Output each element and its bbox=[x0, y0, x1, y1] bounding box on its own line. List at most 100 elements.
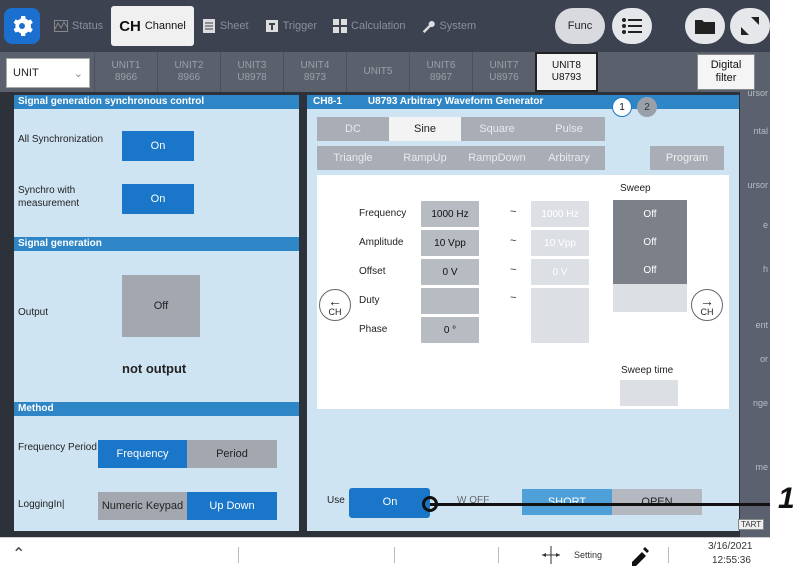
page-2-button[interactable]: 2 bbox=[637, 97, 657, 117]
phase-value-field[interactable]: 0 ° bbox=[421, 317, 479, 343]
unit-select-value: UNIT bbox=[13, 67, 39, 79]
side-label[interactable]: or bbox=[760, 354, 768, 364]
unit-model: 8973 bbox=[303, 72, 327, 83]
amplitude-end-field[interactable]: 10 Vpp bbox=[531, 230, 589, 256]
amplitude-value-field[interactable]: 10 Vpp bbox=[421, 230, 479, 256]
offset-end-field[interactable]: 0 V bbox=[531, 259, 589, 285]
side-label[interactable]: e bbox=[763, 220, 768, 230]
calculation-icon bbox=[333, 19, 348, 33]
open-button[interactable]: OPEN bbox=[612, 489, 702, 515]
chevron-up-icon[interactable]: ⌃ bbox=[12, 544, 25, 564]
divider bbox=[238, 547, 239, 563]
unit-cell-1[interactable]: UNIT1 8966 bbox=[94, 52, 157, 92]
prev-channel-button[interactable]: ← CH bbox=[319, 289, 351, 321]
unit-cell-2[interactable]: UNIT2 8966 bbox=[157, 52, 220, 92]
unit-cell-7[interactable]: UNIT7 U8976 bbox=[472, 52, 535, 92]
sync-section-header: Signal generation synchronous control bbox=[14, 95, 299, 109]
divider bbox=[668, 547, 669, 563]
tab-calculation-label: Calculation bbox=[351, 20, 406, 32]
amplitude-sweep-button[interactable]: Off bbox=[613, 228, 687, 256]
side-label[interactable]: ent bbox=[755, 320, 768, 330]
tab-status[interactable]: Status bbox=[46, 6, 111, 46]
wave-pulse-button[interactable]: Pulse bbox=[533, 117, 605, 141]
side-label[interactable]: ursor bbox=[747, 180, 768, 190]
up-down-button[interactable]: Up Down bbox=[187, 492, 277, 520]
unit-name: UNIT1 bbox=[111, 60, 141, 71]
unit-cell-3[interactable]: UNIT3 U8978 bbox=[220, 52, 283, 92]
divider bbox=[498, 547, 499, 563]
side-label[interactable]: h bbox=[763, 264, 768, 274]
sweep-value: Off bbox=[643, 236, 657, 248]
short-button[interactable]: SHORT bbox=[522, 489, 612, 515]
frequency-value-field[interactable]: 1000 Hz bbox=[421, 201, 479, 227]
wave-arbitrary-button[interactable]: Arbitrary bbox=[533, 146, 605, 170]
period-option-button[interactable]: Period bbox=[187, 440, 277, 468]
offset-value-field[interactable]: 0 V bbox=[421, 259, 479, 285]
digital-filter-button[interactable]: Digital filter bbox=[697, 54, 755, 90]
tab-trigger[interactable]: Trigger bbox=[257, 6, 325, 46]
side-label[interactable]: ursor bbox=[747, 88, 768, 98]
signal-settings-panel: Signal generation synchronous control Al… bbox=[14, 95, 299, 531]
side-label[interactable]: ntal bbox=[753, 126, 768, 136]
callout-line bbox=[430, 503, 770, 506]
expand-button[interactable] bbox=[730, 8, 770, 44]
page-1-button[interactable]: 1 bbox=[612, 97, 632, 117]
unit-bar: UNIT ⌄ UNIT1 8966 UNIT2 8966 UNIT3 U8978 UN… bbox=[0, 52, 770, 92]
divider bbox=[394, 547, 395, 563]
page-2-label: 2 bbox=[644, 101, 650, 113]
side-label[interactable]: nge bbox=[753, 398, 768, 408]
list-icon bbox=[622, 18, 642, 34]
digital-filter-line1: Digital bbox=[710, 59, 742, 72]
unit-cell-5[interactable]: UNIT5 bbox=[346, 52, 409, 92]
unit-select[interactable]: UNIT ⌄ bbox=[6, 58, 90, 88]
side-label[interactable]: me bbox=[755, 462, 768, 472]
unit-cell-8[interactable]: UNIT8 U8793 bbox=[535, 52, 598, 92]
frequency-option-button[interactable]: Frequency bbox=[98, 440, 187, 468]
wave-rampup-button[interactable]: RampUp bbox=[389, 146, 461, 170]
wave-square-button[interactable]: Square bbox=[461, 117, 533, 141]
wave-triangle-button[interactable]: Triangle bbox=[317, 146, 389, 170]
dialog-channel: CH8-1 bbox=[313, 96, 342, 107]
output-off-button[interactable]: Off bbox=[122, 275, 200, 337]
callout-dot bbox=[422, 496, 438, 512]
list-menu-button[interactable] bbox=[612, 8, 652, 44]
synchro-measurement-on-button[interactable]: On bbox=[122, 184, 194, 214]
func-button[interactable]: Func bbox=[555, 8, 605, 44]
wave-rampdown-button[interactable]: RampDown bbox=[461, 146, 533, 170]
prev-channel-label: CH bbox=[328, 306, 342, 317]
program-button[interactable]: Program bbox=[650, 146, 724, 170]
frequency-sweep-button[interactable]: Off bbox=[613, 200, 687, 228]
sweep-header: Sweep bbox=[620, 183, 651, 194]
tab-calculation[interactable]: Calculation bbox=[325, 6, 413, 46]
wave-dc-button[interactable]: DC bbox=[317, 117, 389, 141]
unit-cell-6[interactable]: UNIT6 8967 bbox=[409, 52, 472, 92]
pen-icon[interactable] bbox=[628, 544, 650, 569]
tab-system[interactable]: System bbox=[413, 6, 484, 46]
tab-sheet[interactable]: Sheet bbox=[194, 6, 257, 46]
unit-model: U8978 bbox=[237, 72, 267, 83]
numeric-keypad-button[interactable]: Numeric Keypad bbox=[98, 492, 187, 520]
dialog-title-name: U8793 Arbitrary Waveform Generator bbox=[367, 96, 544, 107]
settings-gear-button[interactable] bbox=[4, 8, 40, 44]
unit-cell-4[interactable]: UNIT4 8973 bbox=[283, 52, 346, 92]
duty-value-field[interactable] bbox=[421, 288, 479, 314]
wave-sine-button[interactable]: Sine bbox=[389, 117, 461, 141]
all-sync-on-button[interactable]: On bbox=[122, 131, 194, 161]
folder-button[interactable] bbox=[685, 8, 725, 44]
next-channel-button[interactable]: → CH bbox=[691, 289, 723, 321]
tab-channel[interactable]: CH Channel bbox=[111, 6, 194, 46]
xy-setting-icon[interactable] bbox=[540, 544, 562, 569]
setting-label[interactable]: Setting bbox=[574, 550, 602, 560]
func-label: Func bbox=[567, 20, 593, 32]
phase-end-field bbox=[531, 288, 589, 343]
output-status-text: not output bbox=[122, 361, 187, 376]
wave-label: Arbitrary bbox=[548, 152, 590, 164]
frequency-end-field[interactable]: 1000 Hz bbox=[531, 201, 589, 227]
duty-sweep-button[interactable] bbox=[613, 284, 687, 312]
sweep-time-field[interactable] bbox=[620, 380, 678, 406]
start-button[interactable]: TART bbox=[738, 519, 765, 530]
offset-sweep-button[interactable]: Off bbox=[613, 256, 687, 284]
digital-filter-line2: filter bbox=[715, 72, 737, 84]
logging-label: LoggingIn| bbox=[18, 499, 65, 510]
expand-icon bbox=[741, 17, 759, 35]
